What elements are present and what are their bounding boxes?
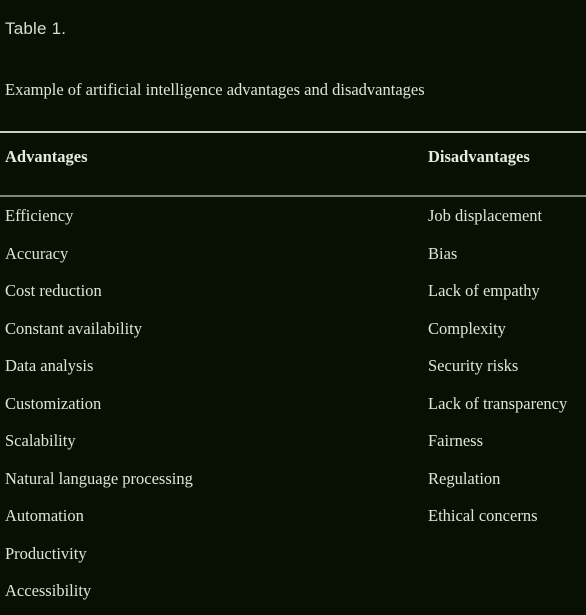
table-caption: Example of artificial intelligence advan…: [5, 80, 425, 99]
table-number-label: Table 1.: [5, 19, 67, 38]
column-header-advantages: Advantages: [0, 131, 427, 197]
document-page: Table 1. Example of artificial intellige…: [0, 0, 586, 615]
cell-advantage: Natural language processing: [5, 468, 193, 488]
cell-disadvantage: Security risks: [428, 356, 519, 375]
table-row: Data analysis Security risks: [0, 347, 586, 385]
column-header-disadvantages: Disadvantages: [427, 131, 586, 197]
cell-advantage: Productivity: [5, 543, 87, 563]
table-header-row: Advantages Disadvantages: [0, 131, 586, 197]
cell-disadvantage: [427, 535, 586, 573]
table-row: Cost reduction Lack of empathy: [0, 272, 586, 310]
table-row: Accessibility: [0, 572, 586, 610]
table-row: Accuracy Bias: [0, 235, 586, 273]
cell-disadvantage: Job displacement: [428, 206, 543, 225]
table-header: Advantages Disadvantages: [0, 131, 586, 197]
cell-disadvantage: Ethical concerns: [428, 506, 538, 525]
cell-advantage: Customization: [5, 393, 102, 413]
cell-advantage: Scalability: [5, 431, 76, 450]
cell-advantage: Cost reduction: [5, 281, 102, 300]
table-row: Productivity: [0, 535, 586, 573]
cell-advantage: Data analysis: [5, 356, 94, 375]
table-row: Efficiency Job displacement: [0, 196, 586, 235]
cell-advantage: Accessibility: [5, 581, 92, 600]
table-body: Efficiency Job displacement Accuracy Bias Co…: [0, 196, 586, 610]
cell-disadvantage: Lack of transparency: [428, 393, 568, 413]
cell-advantage: Accuracy: [5, 243, 69, 263]
cell-advantage: Efficiency: [5, 206, 74, 225]
table-row: Automation Ethical concerns: [0, 497, 586, 535]
ai-advantages-disadvantages-table: Advantages Disadvantages Efficiency Job d…: [0, 131, 586, 610]
cell-disadvantage: Bias: [428, 243, 458, 263]
table-row: Scalability Fairness: [0, 422, 586, 460]
cell-disadvantage: Complexity: [428, 318, 506, 338]
table-row: Customization Lack of transparency: [0, 385, 586, 423]
cell-advantage: Constant availability: [5, 318, 143, 338]
table-row: Natural language processing Regulation: [0, 460, 586, 498]
table-row: Constant availability Complexity: [0, 310, 586, 348]
cell-disadvantage: Lack of empathy: [428, 281, 540, 300]
cell-advantage: Automation: [5, 506, 84, 525]
cell-disadvantage: Fairness: [428, 431, 483, 450]
cell-disadvantage: [427, 572, 586, 610]
cell-disadvantage: Regulation: [428, 468, 501, 488]
